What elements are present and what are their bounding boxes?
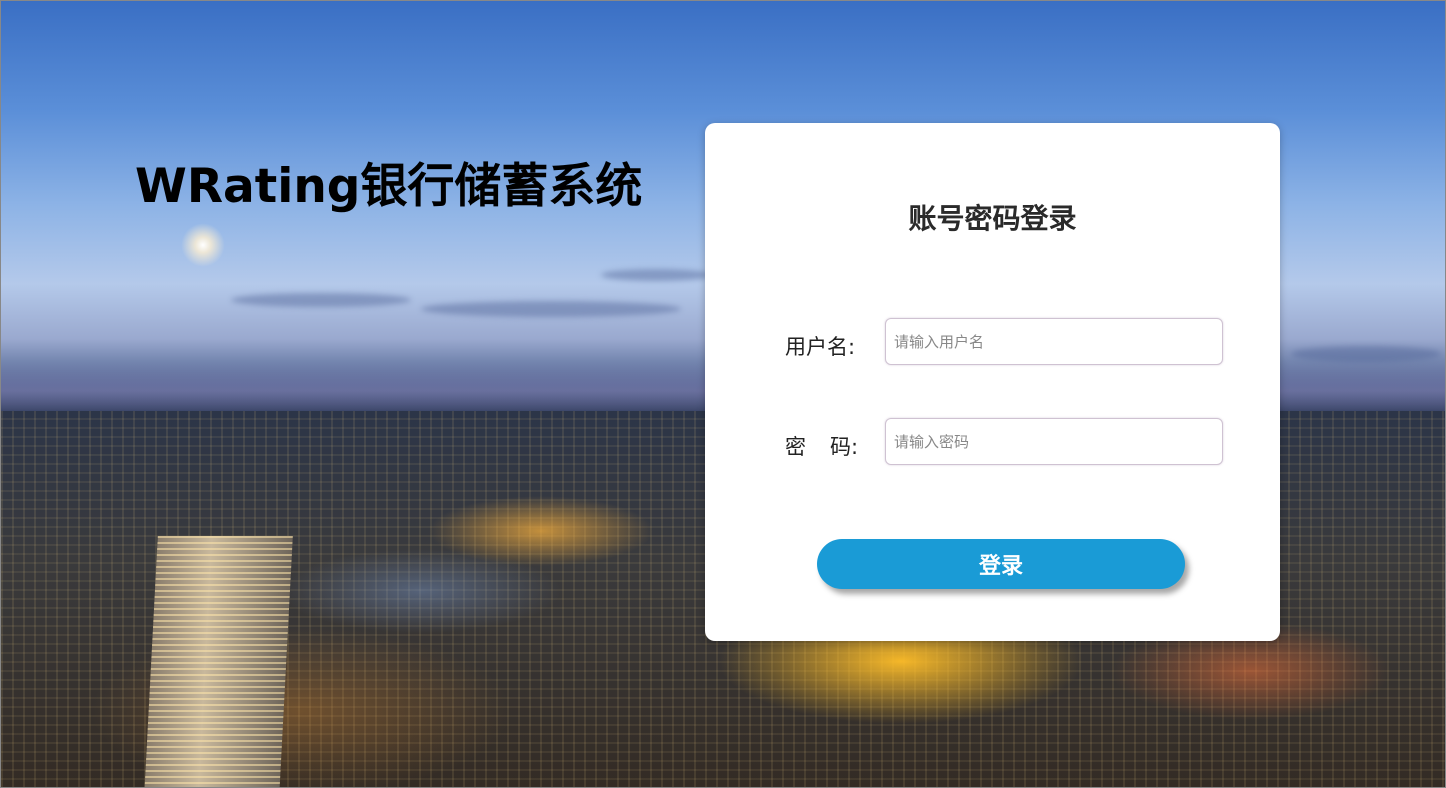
password-label-second: 码: (830, 435, 859, 459)
cloud (421, 301, 681, 317)
site-title: WRating银行储蓄系统 (135, 159, 643, 214)
sun-glare (181, 223, 225, 267)
cloud (231, 293, 411, 307)
cloud (601, 269, 711, 281)
password-label-first: 密 (785, 435, 806, 459)
login-card: 账号密码登录 用户名: 密码: 登录 (705, 123, 1280, 641)
username-input[interactable] (885, 318, 1223, 365)
cloud (1291, 346, 1441, 362)
password-label: 密码: (785, 431, 871, 461)
login-title: 账号密码登录 (908, 202, 1077, 235)
login-page: WRating银行储蓄系统 账号密码登录 用户名: 密码: 登录 (0, 0, 1446, 788)
login-button[interactable]: 登录 (817, 539, 1185, 589)
tower-building (144, 536, 293, 787)
password-input[interactable] (885, 418, 1223, 465)
username-label: 用户名: (785, 335, 856, 359)
